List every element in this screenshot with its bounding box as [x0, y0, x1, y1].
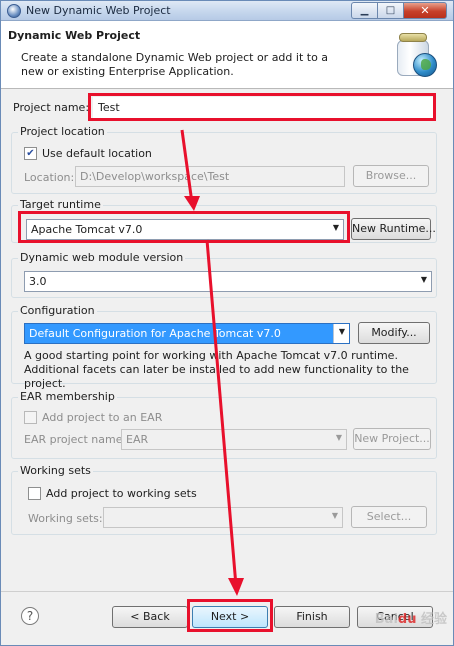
ear-project-name-value: EAR [126, 433, 149, 446]
eclipse-icon [7, 4, 21, 18]
working-sets-label: Working sets: [28, 512, 103, 525]
configuration-select[interactable]: Default Configuration for Apache Tomcat … [24, 323, 350, 344]
globe-icon [413, 53, 437, 77]
configuration-description: A good starting point for working with A… [24, 349, 409, 390]
ear-project-name-select[interactable]: EAR ▼ [121, 429, 347, 450]
watermark-logo: Baidu 经验 [374, 612, 447, 627]
new-runtime-button[interactable]: New Runtime... [351, 218, 436, 240]
target-runtime-group-label: Target runtime [18, 198, 103, 211]
module-version-select[interactable]: 3.0 ▼ [24, 271, 432, 292]
close-button[interactable]: ✕ [403, 2, 447, 19]
configuration-group-label: Configuration [18, 304, 97, 317]
modify-button[interactable]: Modify... [358, 322, 430, 344]
web-project-jar-icon [397, 33, 439, 79]
use-default-location-checkbox[interactable]: ✔ [24, 147, 37, 160]
page-title: Dynamic Web Project [8, 29, 141, 42]
project-name-input[interactable]: Test [93, 97, 433, 118]
location-input[interactable]: D:\Develop\workspace\Test [75, 166, 345, 187]
add-to-ear-checkbox[interactable] [24, 411, 37, 424]
finish-button[interactable]: Finish [274, 606, 350, 628]
location-label: Location: [24, 171, 75, 184]
target-runtime-value: Apache Tomcat v7.0 [31, 223, 143, 236]
module-version-value: 3.0 [29, 275, 47, 288]
next-button[interactable]: Next > [192, 606, 268, 628]
window-title: New Dynamic Web Project [26, 4, 171, 17]
chevron-down-icon: ▼ [331, 511, 338, 520]
chevron-down-icon: ▼ [420, 275, 427, 284]
working-sets-group-label: Working sets [18, 464, 93, 477]
jar-lid-icon [399, 33, 427, 42]
configuration-value: Default Configuration for Apache Tomcat … [29, 327, 281, 340]
dialog-window: New Dynamic Web Project ▁ □ ✕ Dynamic We… [0, 0, 454, 646]
project-location-group-label: Project location [18, 125, 107, 138]
back-button[interactable]: < Back [112, 606, 188, 628]
ear-membership-group-label: EAR membership [18, 390, 117, 403]
maximize-button[interactable]: □ [377, 2, 403, 19]
chevron-down-icon: ▼ [335, 433, 342, 442]
chevron-down-icon: ▼ [338, 327, 345, 336]
use-default-location-label: Use default location [42, 147, 152, 160]
window-controls: ▁ □ ✕ [351, 2, 447, 19]
working-sets-select[interactable]: ▼ [103, 507, 343, 528]
title-bar: New Dynamic Web Project ▁ □ ✕ [1, 1, 453, 21]
browse-button[interactable]: Browse... [353, 165, 429, 187]
close-icon: ✕ [420, 4, 430, 17]
minimize-button[interactable]: ▁ [351, 2, 377, 19]
help-icon[interactable]: ? [21, 607, 39, 625]
ear-project-name-label: EAR project name: [24, 433, 127, 446]
button-bar-separator [1, 591, 453, 592]
target-runtime-select[interactable]: Apache Tomcat v7.0 ▼ [26, 219, 344, 240]
maximize-icon: □ [385, 4, 396, 16]
add-to-working-sets-label: Add project to working sets [46, 487, 197, 500]
select-working-sets-button[interactable]: Select... [351, 506, 427, 528]
chevron-down-icon: ▼ [332, 223, 339, 232]
new-ear-project-button[interactable]: New Project... [353, 428, 431, 450]
project-name-label: Project name: [13, 101, 90, 114]
wizard-header: Dynamic Web Project Create a standalone … [1, 21, 453, 89]
add-to-ear-label: Add project to an EAR [42, 411, 163, 424]
minimize-icon: ▁ [360, 4, 369, 16]
add-to-working-sets-checkbox[interactable] [28, 487, 41, 500]
module-version-group-label: Dynamic web module version [18, 251, 186, 264]
page-description: Create a standalone Dynamic Web project … [21, 51, 329, 78]
